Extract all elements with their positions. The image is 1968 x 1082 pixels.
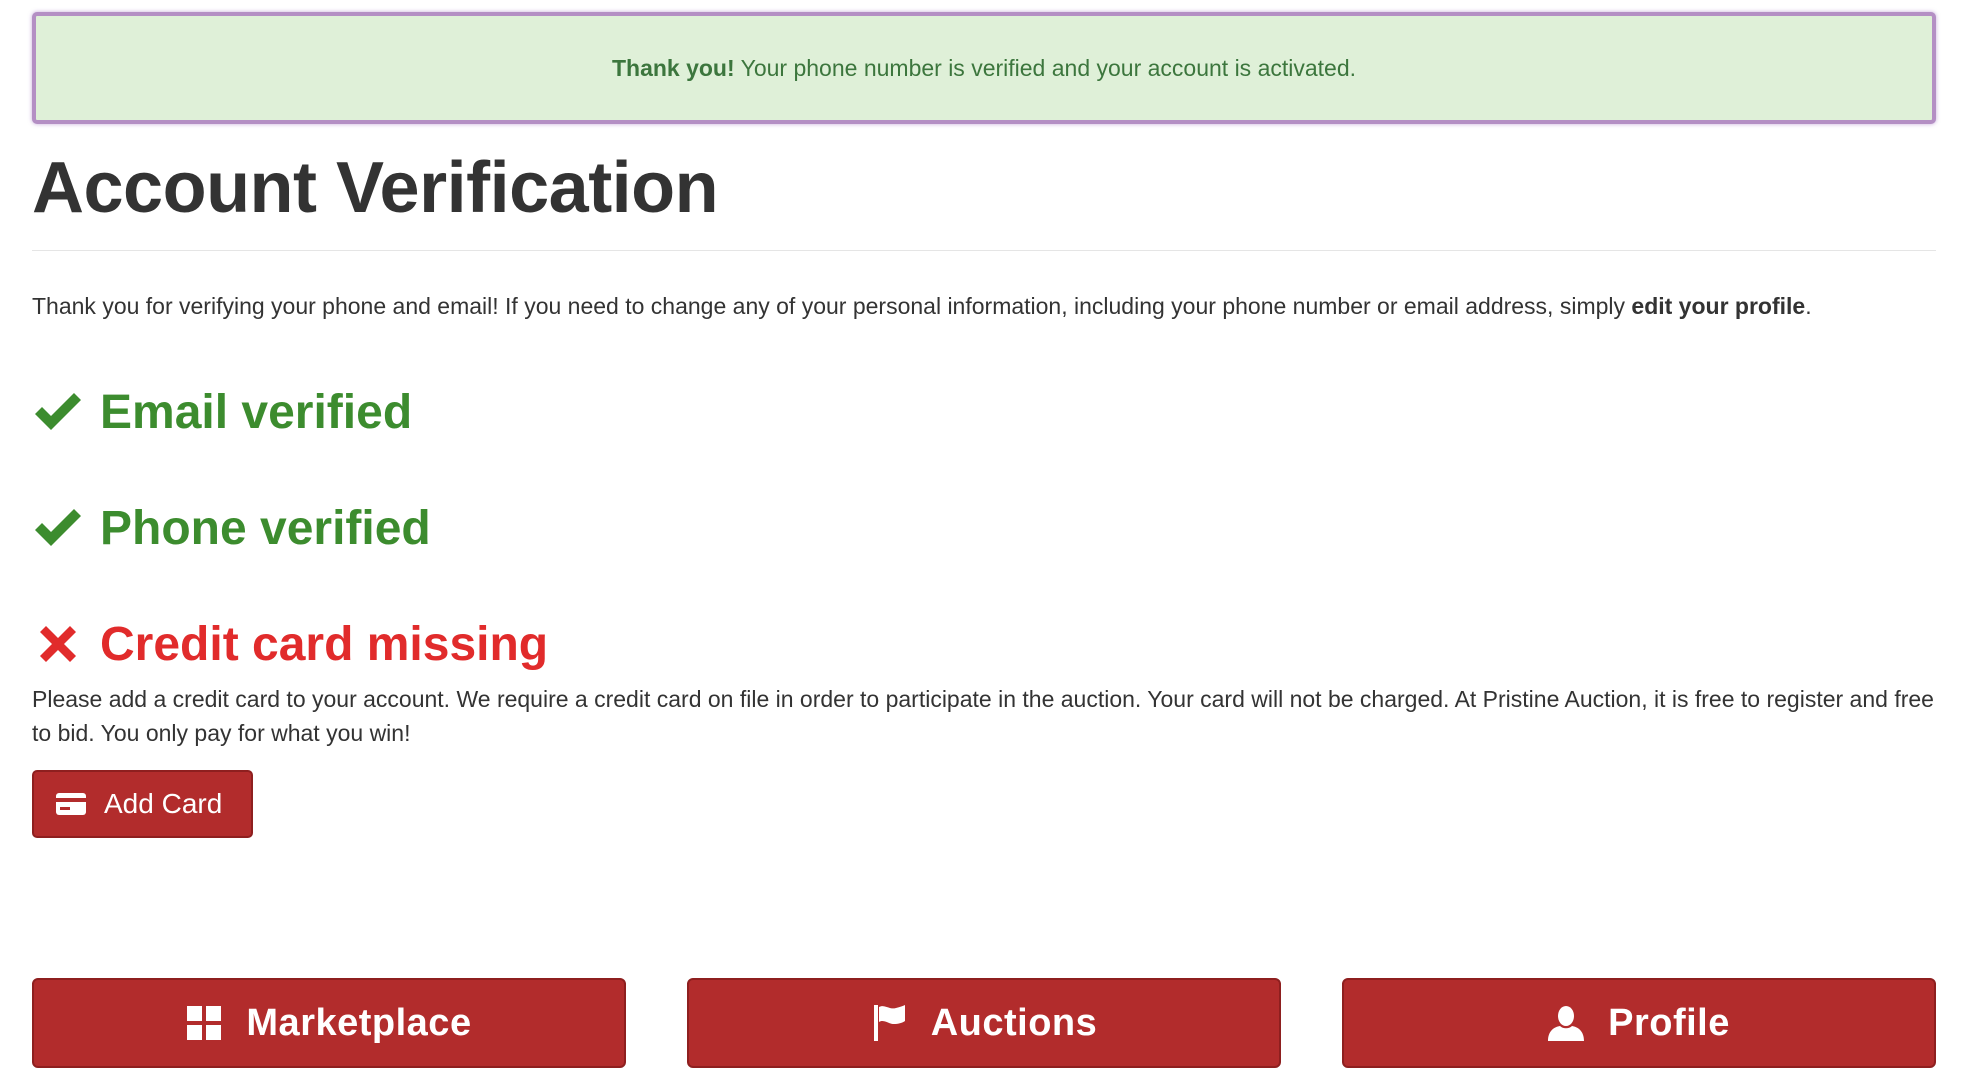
auctions-button[interactable]: Auctions [687,978,1281,1068]
credit-card-status: Credit card missing [32,614,1936,674]
email-status: Email verified [32,382,1936,442]
add-card-button[interactable]: Add Card [32,770,253,838]
page-title: Account Verification [32,152,1936,251]
phone-status: Phone verified [32,498,1936,558]
credit-card-icon [56,793,86,815]
add-card-label: Add Card [104,788,223,819]
profile-button[interactable]: Profile [1342,978,1936,1068]
alert-strong-text: Thank you! [611,54,735,81]
phone-status-label: Phone verified [100,501,431,555]
checkmark-icon [32,386,84,438]
intro-body: Thank you for verifying your phone and e… [32,293,1632,319]
user-icon [1548,1005,1585,1041]
credit-card-status-label: Credit card missing [100,617,549,671]
success-alert: Thank you! Your phone number is verified… [32,12,1936,124]
credit-card-note: Please add a credit card to your account… [32,686,1934,746]
marketplace-button[interactable]: Marketplace [32,978,626,1068]
edit-profile-link[interactable]: edit your profile [1631,293,1805,319]
bottom-nav: Marketplace Auctions Profile [32,978,1936,1068]
intro-end: . [1805,293,1812,319]
auctions-label: Auctions [930,1001,1098,1044]
grid-icon [186,1005,222,1041]
checkmark-icon [32,502,84,554]
x-mark-icon [32,618,84,670]
intro-text: Thank you for verifying your phone and e… [32,293,1936,320]
profile-label: Profile [1608,1001,1730,1044]
main-content: Thank you! Your phone number is verified… [32,12,1936,838]
marketplace-label: Marketplace [246,1001,472,1044]
alert-text: Your phone number is verified and your a… [734,54,1357,81]
flag-icon [871,1005,907,1041]
email-status-label: Email verified [100,385,413,439]
